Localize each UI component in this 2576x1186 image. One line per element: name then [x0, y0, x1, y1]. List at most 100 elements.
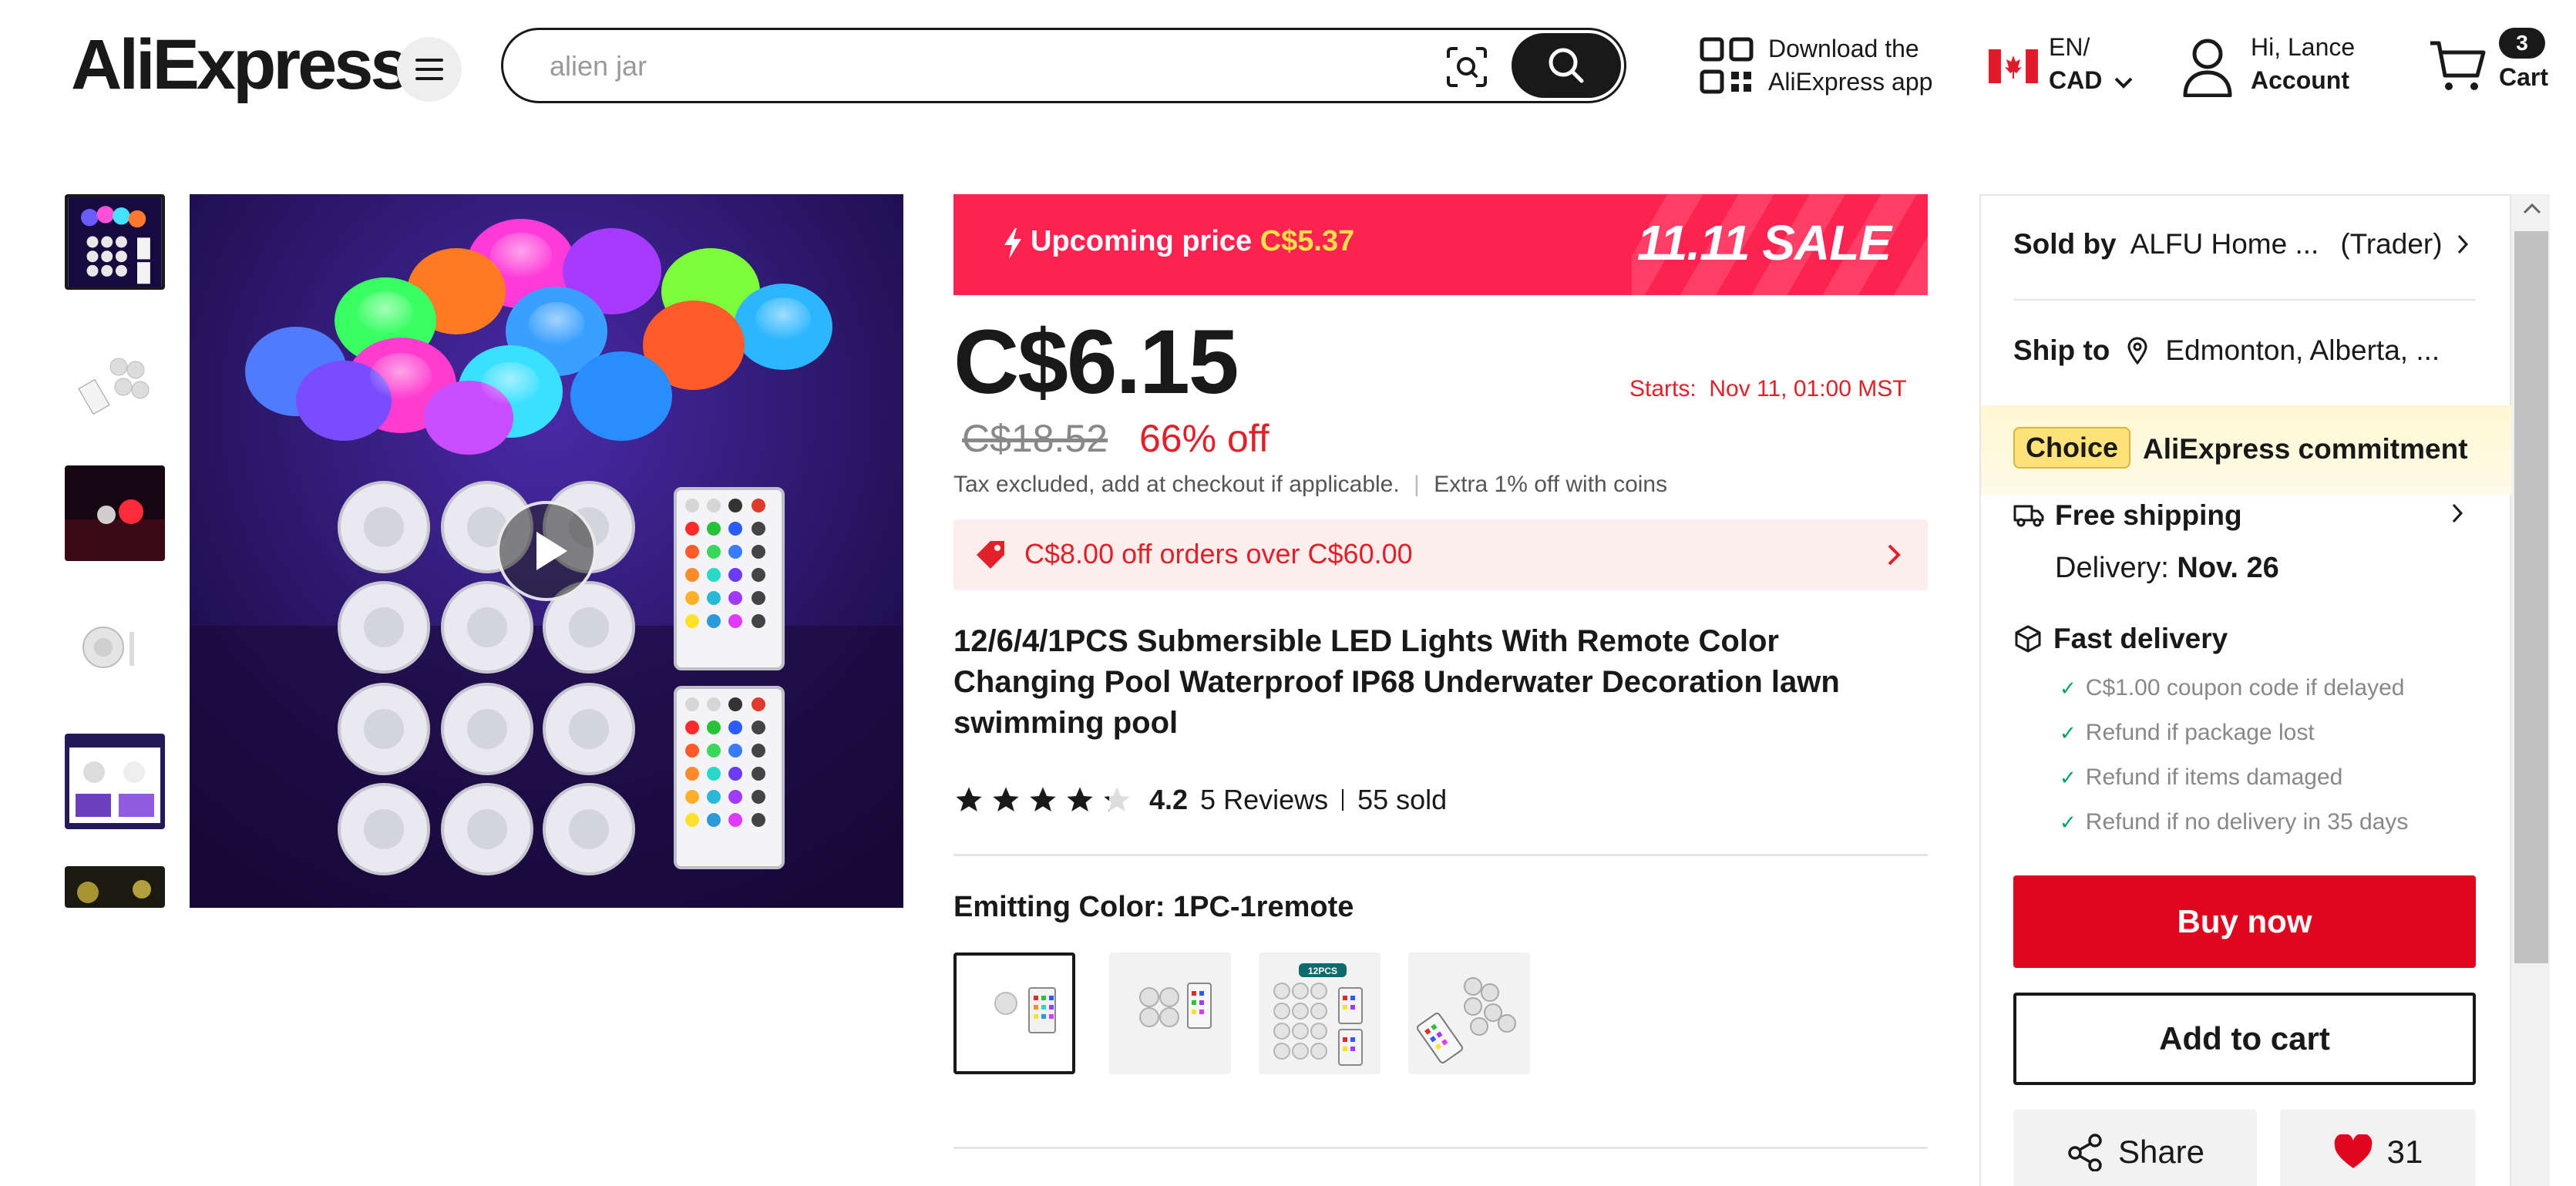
coupon-bar[interactable]: C$8.00 off orders over C$60.00	[953, 519, 1928, 590]
guarantee-text: Refund if items damaged	[2085, 764, 2343, 790]
chevron-down-icon	[2114, 77, 2133, 89]
hamburger-menu-icon	[415, 59, 443, 80]
tax-note: Tax excluded, add at checkout if applica…	[953, 472, 1668, 497]
thumbnail-image	[65, 866, 165, 908]
reviews-link[interactable]: 5 Reviews	[1200, 784, 1328, 816]
coupon-text: C$8.00 off orders over C$60.00	[1024, 538, 1413, 569]
fast-delivery-label: Fast delivery	[2053, 623, 2228, 654]
thumbnail-image	[65, 465, 165, 561]
search-icon	[1549, 48, 1584, 83]
buy-now-button[interactable]: Buy now	[2013, 875, 2476, 968]
gallery-thumbnail-6[interactable]	[65, 866, 165, 908]
rating-row: 4.2 5 Reviews 55 sold	[953, 778, 1447, 821]
variant-swatch-3[interactable]: 12PCS	[1259, 952, 1380, 1074]
thumbnail-image	[65, 333, 165, 428]
gallery-thumbnail-2[interactable]	[65, 333, 165, 428]
account-link[interactable]: Hi, Lance Account	[2251, 31, 2355, 97]
app-download-line1: Download the	[1768, 35, 1919, 62]
delivery-estimate: Delivery: Nov. 26	[2055, 552, 2279, 585]
ship-to-row[interactable]: Ship to Edmonton, Alberta, ...	[2013, 334, 2440, 367]
star-icon	[1067, 787, 1093, 811]
heart-icon	[2334, 1134, 2373, 1168]
star-icon	[956, 787, 982, 811]
share-icon	[2068, 1134, 2102, 1171]
account-label: Account	[2251, 66, 2349, 94]
share-button[interactable]: Share	[2013, 1110, 2257, 1186]
variant-swatch-4[interactable]	[1408, 952, 1530, 1074]
guarantee-item: ✓ Refund if package lost	[2060, 720, 2315, 746]
hamburger-menu-button[interactable]	[397, 37, 462, 102]
fast-delivery-row: Fast delivery	[2013, 623, 2228, 655]
variant-swatch-1[interactable]	[953, 952, 1075, 1074]
star-rating	[953, 785, 1132, 815]
guarantee-item: ✓ Refund if items damaged	[2060, 764, 2342, 791]
guarantee-text: Refund if no delivery in 35 days	[2085, 809, 2409, 835]
variant-label: Emitting Color: 1PC-1remote	[953, 891, 1354, 923]
seller-name: ALFU Home ...	[2130, 228, 2319, 260]
search-button[interactable]	[1512, 33, 1621, 98]
tax-note-text: Tax excluded, add at checkout if applica…	[953, 472, 1400, 497]
app-download-line2: AliExpress app	[1768, 68, 1933, 96]
check-icon: ✓	[2060, 721, 2077, 744]
section-divider	[953, 854, 1928, 856]
lightning-icon	[1004, 228, 1021, 259]
cart-label[interactable]: Cart	[2499, 63, 2548, 92]
app-download-link[interactable]: Download the AliExpress app	[1768, 32, 1932, 99]
gallery-thumbnail-4[interactable]	[65, 598, 165, 694]
language-label: EN/	[2049, 33, 2090, 61]
section-divider	[953, 1147, 1928, 1149]
sale-event-title: 11.11 SALE	[1636, 215, 1892, 270]
discount-percent: 66% off	[1139, 417, 1270, 460]
gallery-thumbnail-1[interactable]	[65, 194, 165, 290]
check-icon: ✓	[2060, 811, 2077, 834]
share-label: Share	[2117, 1134, 2205, 1170]
upcoming-price-value: C$5.37	[1259, 225, 1355, 257]
scroll-up-arrow-icon[interactable]	[2521, 202, 2544, 216]
panel-divider	[2013, 299, 2476, 301]
current-price: C$6.15	[953, 311, 1239, 413]
free-shipping-row[interactable]: Free shipping	[2013, 499, 2242, 532]
gallery-thumbnail-5[interactable]	[65, 734, 165, 829]
currency-label: CAD	[2049, 66, 2103, 94]
choice-commitment-text: AliExpress commitment	[2143, 433, 2468, 465]
video-play-button[interactable]	[496, 501, 597, 601]
add-to-cart-button[interactable]: Add to cart	[2013, 993, 2476, 1085]
swatch-image	[1417, 977, 1516, 1063]
sold-count: 55 sold	[1357, 784, 1448, 815]
sold-by-label: Sold by	[2013, 228, 2117, 260]
search-input[interactable]	[550, 47, 1397, 86]
variant-swatch-2[interactable]	[1109, 952, 1231, 1074]
sold-by-row[interactable]: Sold by ALFU Home ... (Trader)	[2013, 228, 2469, 260]
product-title: 12/6/4/1PCS Submersible LED Lights With …	[953, 624, 1840, 740]
package-icon	[2015, 625, 2041, 653]
star-icon	[1030, 787, 1056, 811]
aliexpress-logo[interactable]: AliExpress	[71, 29, 410, 100]
image-search-icon[interactable]	[1445, 45, 1488, 89]
star-icon	[993, 787, 1019, 811]
swatch-image	[994, 987, 1056, 1033]
gallery-thumbnail-3[interactable]	[65, 465, 165, 561]
user-icon[interactable]	[2181, 37, 2234, 97]
chevron-right-icon	[2457, 234, 2468, 254]
upcoming-price: Upcoming price C$5.37	[1031, 225, 1354, 258]
cart-icon[interactable]	[2428, 39, 2487, 92]
locale-selector[interactable]: EN/ CAD	[2049, 31, 2134, 97]
delivery-label: Delivery:	[2055, 552, 2169, 584]
original-price: C$18.52	[962, 417, 1108, 460]
cart-count-badge: 3	[2499, 28, 2545, 59]
canada-flag-icon[interactable]	[1989, 49, 2038, 83]
qr-code-icon[interactable]	[1700, 37, 1754, 94]
chevron-right-icon[interactable]	[2451, 502, 2463, 524]
check-icon: ✓	[2060, 766, 2077, 789]
delivery-date: Nov. 26	[2177, 552, 2279, 584]
separator	[1342, 789, 1344, 811]
thumbnail-image	[68, 197, 162, 287]
swatch-badge-text: 12PCS	[1307, 966, 1338, 976]
check-icon: ✓	[2060, 677, 2077, 700]
guarantee-item: ✓ C$1.00 coupon code if delayed	[2060, 675, 2404, 701]
wishlist-count: 31	[2386, 1134, 2423, 1170]
free-shipping-label: Free shipping	[2055, 499, 2242, 531]
panel-scrollbar-thumb[interactable]	[2514, 231, 2548, 963]
wishlist-button[interactable]: 31	[2280, 1110, 2476, 1186]
ship-to-label: Ship to	[2013, 334, 2110, 366]
